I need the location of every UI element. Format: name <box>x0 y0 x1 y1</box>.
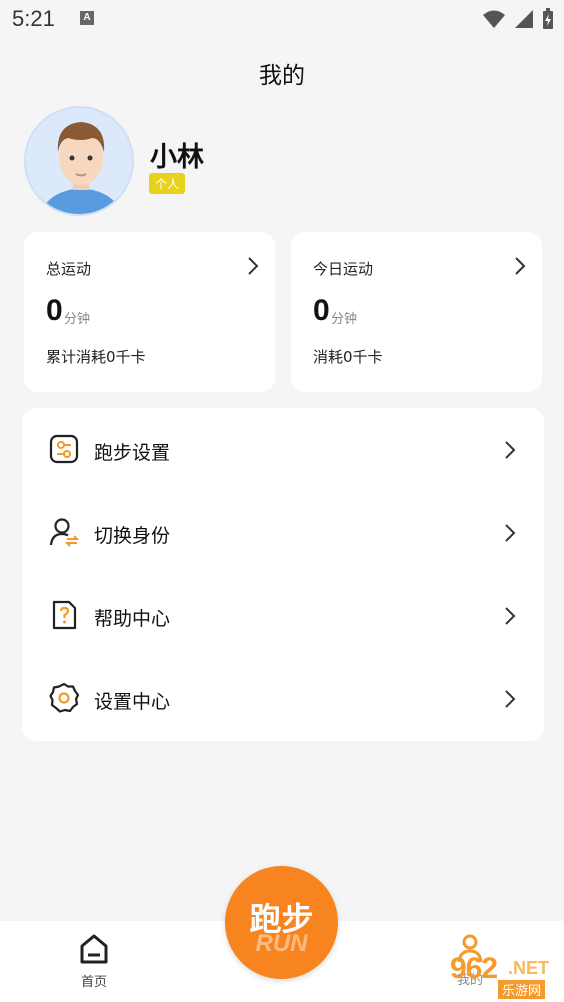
help-doc-icon <box>52 600 77 630</box>
system-icons <box>482 8 554 30</box>
watermark-logo: 962 .NET 乐游网 <box>426 950 558 999</box>
user-type-badge: 个人 <box>149 173 186 194</box>
battery-icon <box>543 8 553 29</box>
home-icon <box>80 934 108 964</box>
total-exercise-value: 0 <box>46 294 63 327</box>
chevron-right-icon <box>505 690 516 708</box>
signal-icon <box>515 10 533 28</box>
menu-item-help-center[interactable]: 帮助中心 <box>22 574 544 657</box>
run-button[interactable]: 跑步 RUN <box>225 866 338 979</box>
user-switch-icon <box>49 518 80 547</box>
today-exercise-card[interactable]: 今日运动 0 分钟 消耗0千卡 <box>291 232 542 392</box>
chevron-right-icon <box>515 257 526 275</box>
total-exercise-unit: 分钟 <box>64 312 91 327</box>
watermark-net: .NET <box>508 958 550 978</box>
tab-home-label: 首页 <box>80 975 107 990</box>
menu-item-switch-identity[interactable]: 切换身份 <box>22 491 544 574</box>
watermark-number: 962 <box>450 952 498 985</box>
today-exercise-unit: 分钟 <box>331 312 358 327</box>
menu-list: 跑步设置 切换身份 帮助中心 设置中心 <box>22 408 544 741</box>
status-time: 5:21 <box>12 6 55 31</box>
chevron-right-icon <box>505 441 516 459</box>
menu-item-label: 设置中心 <box>94 691 171 713</box>
menu-item-label: 跑步设置 <box>94 442 171 464</box>
status-bar: 5:21 A <box>0 0 564 38</box>
chevron-right-icon <box>505 524 516 542</box>
user-name: 小林 <box>150 142 204 173</box>
menu-item-run-settings[interactable]: 跑步设置 <box>22 408 544 491</box>
gear-icon <box>49 682 80 713</box>
sliders-icon <box>49 434 79 464</box>
chevron-right-icon <box>248 257 259 275</box>
menu-item-label: 帮助中心 <box>94 608 171 630</box>
menu-item-label: 切换身份 <box>94 525 171 547</box>
avatar[interactable] <box>24 106 134 216</box>
today-exercise-label: 今日运动 <box>313 260 374 278</box>
page-title: 我的 <box>259 63 305 89</box>
tab-home[interactable]: 首页 <box>66 933 122 990</box>
today-calories: 消耗0千卡 <box>313 348 383 366</box>
notification-a-icon: A <box>80 11 94 25</box>
menu-item-settings-center[interactable]: 设置中心 <box>22 657 544 740</box>
run-button-en-label: RUN <box>255 930 308 957</box>
total-exercise-label: 总运动 <box>46 260 92 278</box>
wifi-icon <box>483 10 505 28</box>
total-calories: 累计消耗0千卡 <box>46 348 146 366</box>
today-exercise-value: 0 <box>313 294 330 327</box>
chevron-right-icon <box>505 607 516 625</box>
avatar-person-icon <box>26 108 132 214</box>
total-exercise-card[interactable]: 总运动 0 分钟 累计消耗0千卡 <box>24 232 275 392</box>
watermark-cn: 乐游网 <box>498 980 546 999</box>
